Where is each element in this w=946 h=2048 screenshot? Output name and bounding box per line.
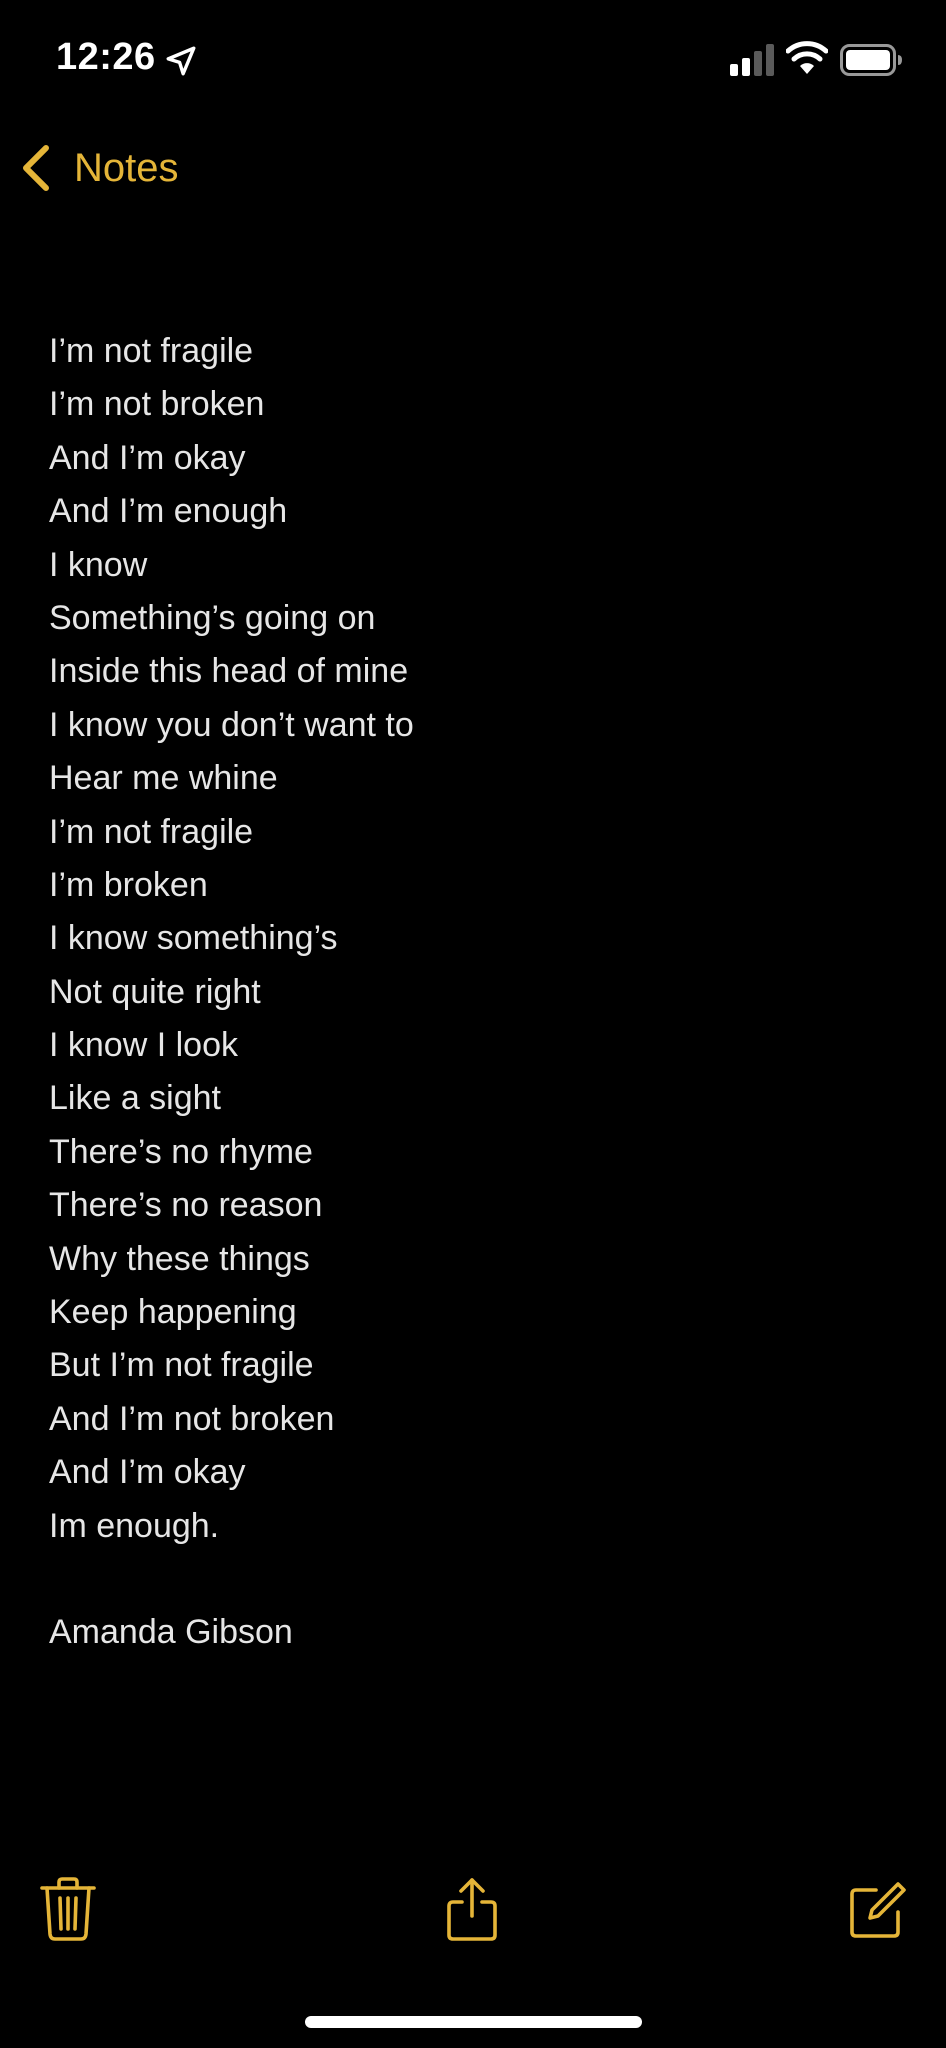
note-line: Not quite right (49, 972, 261, 1011)
note-line: Why these things (49, 1239, 310, 1278)
note-line: I know I look (49, 1026, 238, 1065)
note-line: There’s no reason (49, 1186, 323, 1225)
note-line: I know (49, 545, 148, 584)
note-line: I’m not broken (49, 385, 265, 424)
wifi-icon (786, 41, 828, 74)
note-line: And I’m okay (49, 438, 246, 477)
note-blank-line (49, 1553, 909, 1606)
note-line: Im enough. (49, 1506, 220, 1545)
note-line: I know you don’t want to (49, 705, 414, 744)
compose-icon[interactable] (846, 1876, 906, 1942)
chevron-left-icon (23, 145, 49, 191)
location-arrow-icon (166, 46, 196, 76)
note-line: Inside this head of mine (49, 652, 409, 691)
battery-icon (840, 44, 902, 76)
note-line: And I’m okay (49, 1453, 246, 1492)
note-line: But I’m not fragile (49, 1346, 314, 1385)
note-line: I’m broken (49, 865, 208, 904)
trash-icon[interactable] (38, 1876, 98, 1942)
note-line: I’m not fragile (49, 332, 254, 370)
note-body[interactable]: I’m not fragile I’m not broken And I’m o… (49, 325, 909, 1660)
home-indicator[interactable] (305, 2016, 642, 2028)
share-icon[interactable] (442, 1876, 502, 1942)
note-line: There’s no rhyme (49, 1132, 313, 1171)
note-signature: Amanda Gibson (49, 1613, 293, 1652)
back-button[interactable]: Notes (18, 140, 179, 196)
status-time: 12:26 (56, 36, 156, 78)
note-line: Keep happening (49, 1293, 297, 1332)
note-line: And I’m enough (49, 492, 288, 531)
note-line: And I’m not broken (49, 1399, 335, 1438)
back-label: Notes (74, 145, 179, 190)
note-line: I know something’s (49, 919, 338, 958)
note-line: Hear me whine (49, 759, 278, 798)
status-bar: 12:26 (0, 0, 946, 120)
cellular-signal-icon (730, 44, 774, 76)
note-line: I’m not fragile (49, 812, 254, 851)
note-line: Like a sight (49, 1079, 221, 1118)
note-line: Something’s going on (49, 598, 376, 637)
